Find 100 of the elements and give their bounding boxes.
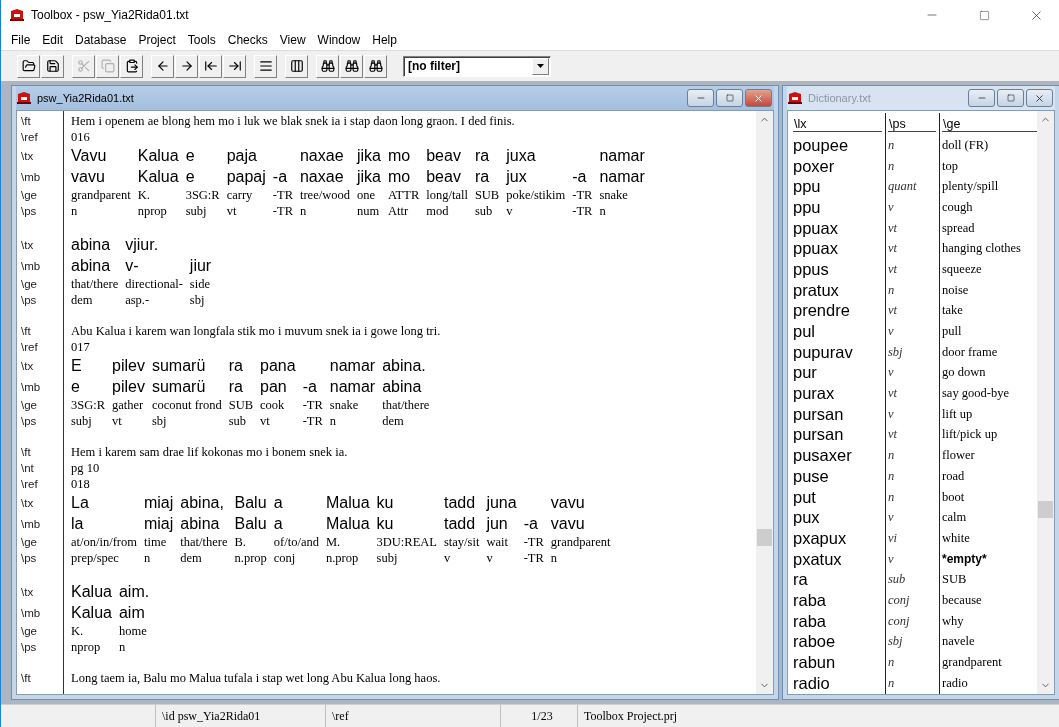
entry-lexeme[interactable]: pursan — [791, 424, 885, 446]
close-button[interactable] — [1026, 89, 1053, 107]
maximize-icon — [978, 9, 990, 21]
entry-lexeme[interactable]: poxer — [791, 155, 885, 177]
word-text: abina, — [180, 492, 225, 513]
word-text: la — [71, 513, 85, 534]
toolbar-button[interactable] — [364, 54, 387, 78]
word-text: namar — [329, 355, 376, 376]
entry-part-of-speech: n — [885, 466, 939, 487]
minimize-button[interactable] — [968, 89, 995, 107]
entry-lexeme[interactable]: pxapux — [791, 528, 885, 549]
close-button[interactable] — [745, 89, 772, 107]
gloss-text: dem — [180, 550, 203, 566]
entry-lexeme[interactable]: purax — [791, 383, 885, 404]
gloss-text: v — [443, 550, 452, 566]
gloss-text: stay/sit — [443, 534, 480, 550]
entry-part-of-speech: v — [885, 403, 939, 425]
gloss-text: asp.- — [125, 292, 151, 308]
scrollbar[interactable] — [756, 111, 773, 694]
entry-lexeme[interactable]: ra — [791, 569, 885, 591]
toolbar-button[interactable] — [285, 54, 308, 78]
toolbar-button[interactable] — [316, 54, 339, 78]
field-marker: \ge — [21, 399, 37, 411]
field-marker: \ref — [21, 131, 39, 143]
gloss-text: grandparent — [550, 534, 611, 550]
restore-button[interactable] — [997, 89, 1024, 107]
entry-lexeme[interactable]: raba — [791, 590, 885, 611]
entry-lexeme[interactable]: ppus — [791, 259, 885, 280]
field-marker: \ps — [21, 552, 37, 564]
word-text: ra — [228, 355, 244, 376]
entry-lexeme[interactable]: pur — [791, 362, 885, 384]
entry-lexeme[interactable]: pux — [791, 507, 885, 529]
menu-item[interactable]: Checks — [221, 33, 274, 47]
entry-lexeme[interactable]: ppu — [791, 197, 885, 218]
left-arrow-icon — [155, 59, 170, 73]
toolbar-button[interactable] — [199, 54, 222, 78]
menu-item[interactable]: View — [273, 33, 312, 47]
toolbar-button[interactable] — [41, 54, 64, 78]
entry-lexeme[interactable]: poupee — [791, 135, 885, 156]
copy-icon — [100, 59, 115, 73]
word-text: abina — [71, 255, 112, 276]
entry-lexeme[interactable]: raboe — [791, 631, 885, 653]
lines-icon — [258, 59, 273, 73]
menu-item[interactable]: Help — [366, 33, 403, 47]
entry-lexeme[interactable]: radio — [791, 672, 885, 694]
word-text: beav — [426, 166, 462, 187]
toolbar-button[interactable] — [340, 54, 363, 78]
toolbar-button[interactable] — [254, 54, 277, 78]
menu-item[interactable]: Edit — [36, 33, 70, 47]
gloss-text: -TR — [302, 397, 323, 413]
entry-lexeme[interactable]: ppu — [791, 176, 885, 198]
entry-lexeme[interactable]: pursan — [791, 403, 885, 425]
entry-lexeme[interactable]: pupurav — [791, 341, 885, 363]
menu-item[interactable]: Window — [311, 33, 367, 47]
column-header[interactable]: \ps — [888, 113, 936, 132]
gloss-text: sbj — [151, 413, 168, 429]
entry-part-of-speech: vt — [885, 424, 939, 446]
entry-lexeme[interactable]: ppuax — [791, 238, 885, 260]
scroll-thumb[interactable] — [757, 528, 772, 546]
menu-item[interactable]: File — [5, 33, 37, 47]
scrollbar[interactable] — [1037, 111, 1054, 694]
field-marker: \ps — [21, 205, 37, 217]
last-record-icon — [227, 59, 242, 73]
menu-item[interactable]: Database — [69, 33, 133, 47]
gloss-text: time — [143, 534, 168, 550]
restore-button[interactable] — [716, 89, 743, 107]
entry-lexeme[interactable]: rabun — [791, 652, 885, 673]
entry-lexeme[interactable]: raba — [791, 610, 885, 632]
menu-item[interactable]: Project — [132, 33, 182, 47]
entry-lexeme[interactable]: pul — [791, 321, 885, 342]
toolbar-button[interactable] — [120, 54, 143, 78]
word-text: juxa — [506, 145, 537, 166]
word-text: sumarü — [151, 376, 207, 397]
entry-lexeme[interactable]: put — [791, 486, 885, 508]
filter-dropdown[interactable]: [no filter] — [403, 55, 551, 77]
word-text: ku — [376, 513, 395, 534]
entry-lexeme[interactable]: pxatux — [791, 548, 885, 570]
word-text: ra — [474, 145, 491, 166]
toolbar-button[interactable] — [17, 54, 40, 78]
status-text: \ref — [332, 708, 350, 724]
entry-lexeme[interactable]: puse — [791, 466, 885, 487]
scroll-thumb[interactable] — [1038, 501, 1053, 519]
gloss-text: -TR — [272, 187, 293, 203]
word-text: pilev — [112, 376, 145, 397]
entry-lexeme[interactable]: ppuax — [791, 217, 885, 239]
toolbox-icon — [787, 91, 803, 105]
gloss-text: that/there — [180, 534, 228, 550]
menu-item[interactable]: Tools — [181, 33, 222, 47]
entry-lexeme[interactable]: pusaxer — [791, 445, 885, 466]
gloss-text: ATTR — [387, 187, 420, 203]
field-text: Abu Kalua i karem wan longfala stik mo i muvum snek ia i gowe long tri. — [71, 323, 442, 339]
column-header[interactable]: \lx — [793, 113, 882, 132]
gloss-text: n — [329, 413, 338, 429]
field-text: Hem i karem sam drae lif kokonas mo i bonem snek ia. — [71, 444, 349, 460]
entry-lexeme[interactable]: prendre — [791, 300, 885, 322]
entry-part-of-speech: vt — [885, 300, 939, 322]
entry-lexeme[interactable]: pratux — [791, 279, 885, 301]
gloss-text: n — [599, 203, 607, 219]
toolbar-button[interactable] — [223, 54, 246, 78]
minimize-button[interactable] — [687, 89, 714, 107]
